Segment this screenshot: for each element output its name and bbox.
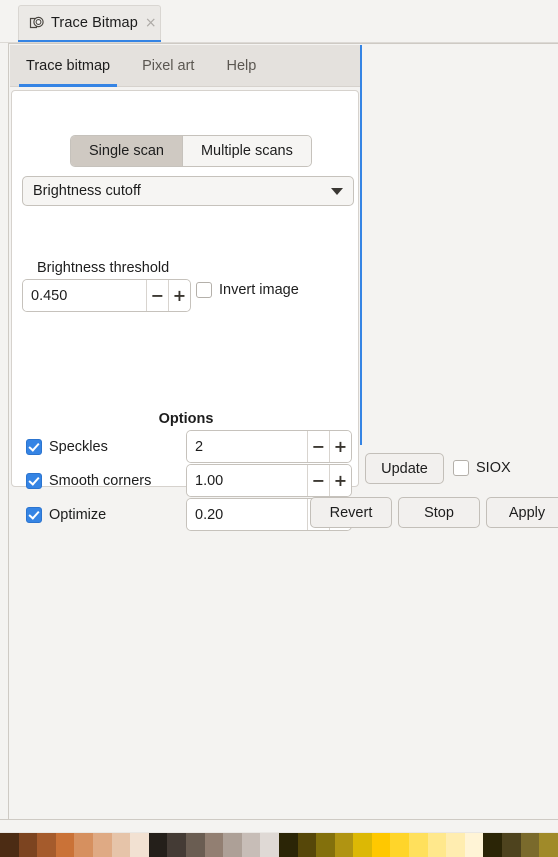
trace-bitmap-icon [29,16,44,29]
palette-swatch[interactable] [18,833,38,857]
palette-swatch[interactable] [260,833,279,857]
trace-settings-card: Single scan Multiple scans Brightness cu… [11,90,359,531]
tab-pixel-art[interactable]: Pixel art [126,45,210,87]
tab-trace-bitmap[interactable]: Trace bitmap [10,45,126,87]
palette-swatch[interactable] [464,833,484,857]
palette-swatch[interactable] [297,833,317,857]
trace-bitmap-window: Trace Bitmap × Trace bitmap Pixel art He… [0,0,558,857]
stop-button-label: Stop [424,504,454,521]
optimize-checkbox-row[interactable]: Optimize [26,506,186,523]
palette-swatch[interactable] [334,833,354,857]
palette-swatch[interactable] [223,833,242,857]
panel-splitter[interactable] [360,45,362,445]
speckles-decrement[interactable]: − [307,431,329,462]
apply-button[interactable]: Apply [486,497,558,528]
palette-swatch[interactable] [353,833,372,857]
color-palette[interactable] [0,833,558,857]
palette-swatch[interactable] [185,833,205,857]
siox-checkbox-row[interactable]: SIOX [453,460,511,476]
palette-swatch[interactable] [502,833,521,857]
option-row-optimize: Optimize 0.20 − + [26,498,352,531]
optimize-checkbox[interactable] [26,506,42,523]
invert-image-checkbox[interactable] [196,282,212,298]
palette-swatch[interactable] [520,833,540,857]
option-row-speckles: Speckles 2 − + [26,430,352,463]
option-row-smooth-corners: Smooth corners 1.00 − + [26,464,352,497]
chevron-down-icon [331,187,343,195]
smooth-corners-decrement[interactable]: − [307,465,329,496]
palette-swatch[interactable] [446,833,465,857]
scan-mode-multiple-scans-label: Multiple scans [200,143,293,159]
panel-tab-trace-bitmap[interactable]: Trace Bitmap × [18,5,161,40]
palette-swatch[interactable] [148,833,168,857]
palette-swatch[interactable] [204,833,224,857]
detection-mode-dropdown[interactable]: Brightness cutoff [22,176,354,206]
smooth-corners-label: Smooth corners [49,472,152,489]
smooth-corners-checkbox[interactable] [26,472,42,489]
palette-swatch[interactable] [74,833,93,857]
optimize-label: Optimize [49,506,107,523]
palette-swatch[interactable] [55,833,75,857]
tab-trace-bitmap-label: Trace bitmap [26,58,111,74]
speckles-increment[interactable]: + [329,431,351,462]
palette-swatch[interactable] [167,833,186,857]
speckles-checkbox-row[interactable]: Speckles [26,438,186,455]
invert-image-label: Invert image [219,282,299,298]
panel-tab-strip: Trace Bitmap × [0,0,558,43]
speckles-checkbox[interactable] [26,438,42,455]
revert-button-label: Revert [329,504,373,521]
scan-mode-single-scan[interactable]: Single scan [71,136,182,166]
siox-checkbox[interactable] [453,460,469,476]
palette-swatch[interactable] [316,833,335,857]
brightness-threshold-input[interactable]: 0.450 [23,280,146,311]
tab-help[interactable]: Help [210,45,272,87]
palette-swatch[interactable] [390,833,410,857]
update-button[interactable]: Update [365,453,444,484]
palette-swatch[interactable] [278,833,298,857]
palette-swatch[interactable] [371,833,391,857]
palette-swatch[interactable] [92,833,112,857]
stop-button[interactable]: Stop [398,497,480,528]
update-button-label: Update [381,460,428,477]
options-heading: Options [158,411,214,427]
panel-tab-label: Trace Bitmap [51,15,138,31]
brightness-threshold-label: Brightness threshold [37,260,170,276]
panel-bottom-divider [0,819,558,820]
scan-mode-multiple-scans[interactable]: Multiple scans [181,136,311,166]
close-icon[interactable]: × [145,16,157,30]
tab-pixel-art-label: Pixel art [142,58,195,74]
brightness-threshold-spinner[interactable]: 0.450 − + [22,279,191,312]
panel-body: Trace bitmap Pixel art Help Single scan … [8,43,558,820]
smooth-corners-increment[interactable]: + [329,465,351,496]
palette-swatch[interactable] [539,833,558,857]
scan-mode-segmented-control: Single scan Multiple scans [70,135,312,167]
palette-swatch[interactable] [483,833,503,857]
palette-swatch[interactable] [130,833,149,857]
brightness-threshold-decrement[interactable]: − [146,280,168,311]
tab-help-label: Help [226,58,257,74]
apply-button-label: Apply [508,504,546,521]
palette-swatch[interactable] [0,833,19,857]
revert-button[interactable]: Revert [310,497,392,528]
notebook-tabs: Trace bitmap Pixel art Help [10,45,272,87]
speckles-spinner[interactable]: 2 − + [186,430,352,463]
palette-swatch[interactable] [241,833,261,857]
detection-mode-value: Brightness cutoff [33,183,141,199]
speckles-label: Speckles [49,438,108,455]
optimize-input[interactable]: 0.20 [187,499,307,530]
speckles-input[interactable]: 2 [187,431,307,462]
scan-mode-single-scan-label: Single scan [89,143,164,159]
palette-swatch[interactable] [409,833,428,857]
palette-swatch[interactable] [427,833,447,857]
palette-swatch[interactable] [111,833,131,857]
siox-label: SIOX [476,460,511,476]
smooth-corners-spinner[interactable]: 1.00 − + [186,464,352,497]
smooth-corners-checkbox-row[interactable]: Smooth corners [26,472,186,489]
smooth-corners-input[interactable]: 1.00 [187,465,307,496]
invert-image-checkbox-row[interactable]: Invert image [196,282,299,298]
brightness-threshold-increment[interactable]: + [168,280,190,311]
notebook-tab-bar: Trace bitmap Pixel art Help [10,45,360,87]
palette-swatch[interactable] [37,833,56,857]
